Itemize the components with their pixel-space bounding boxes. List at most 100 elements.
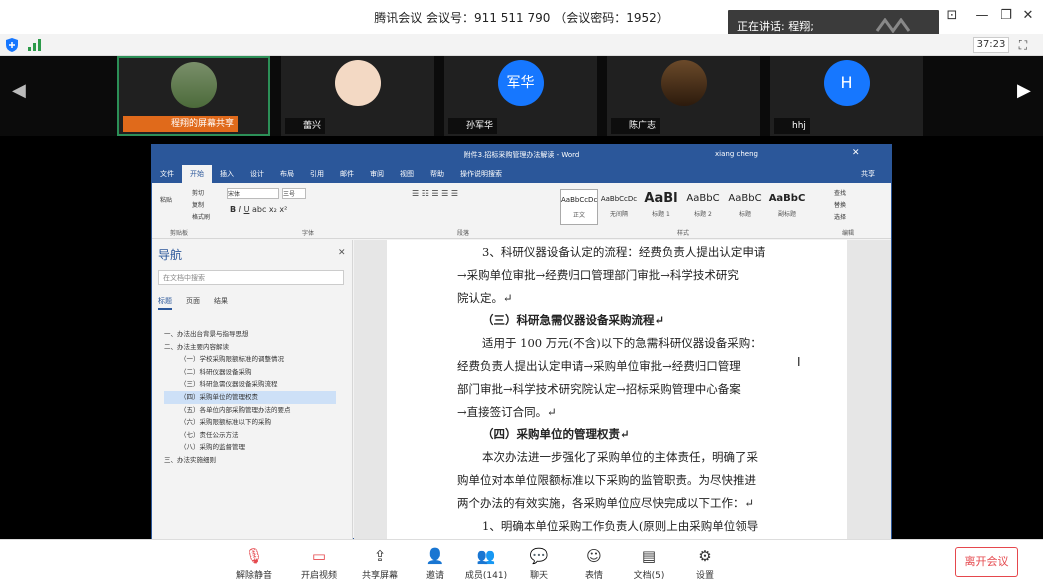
chat-button[interactable]: 💬 聊天	[514, 546, 564, 581]
word-title-bar: 附件3.招标采购管理办法解读 - Word xiang cheng ✕	[152, 145, 891, 165]
minimize-icon[interactable]: —	[970, 6, 994, 26]
members-icon: 👥	[476, 547, 496, 565]
toolbar-label: 设置	[695, 571, 714, 581]
document-line: （三）科研急需仪器设备采购流程↵	[482, 313, 665, 328]
share-button[interactable]: 共享	[853, 165, 883, 179]
strip-prev-icon[interactable]: ◀	[12, 80, 26, 101]
nav-tabs: 标题 页面 结果	[158, 296, 242, 310]
tab-layout[interactable]: 布局	[272, 165, 302, 179]
nav-tab-headings[interactable]: 标题	[158, 296, 172, 310]
nav-heading-item[interactable]: 二、办法主要内容解读	[164, 341, 336, 354]
tab-insert[interactable]: 插入	[212, 165, 242, 179]
close-icon[interactable]: ✕	[1016, 6, 1040, 26]
toolbar-label: 开启视频	[300, 571, 337, 581]
nav-heading-item[interactable]: 一、办法出台背景与指导思想	[164, 328, 336, 341]
style-normal[interactable]: AaBbCcDc 正文	[560, 189, 598, 225]
paragraph-group-label: 段落	[457, 230, 470, 237]
tab-home[interactable]: 开始	[182, 165, 212, 183]
participant-tile[interactable]: H hhj	[770, 56, 923, 136]
style-subtitle[interactable]: AaBbC 副标题	[768, 189, 806, 225]
nav-heading-item[interactable]: （二）科研仪器设备采购	[164, 366, 336, 379]
document-line: 适用于 100 万元(不含)以下的急需科研仪器设备采购：	[482, 336, 762, 351]
document-page[interactable]: 3、科研仪器设备认定的流程：经费负责人提出认定申请 →采购单位审批→经费归口管理部…	[387, 240, 847, 540]
speaking-text: 正在讲话: 程翔;	[737, 20, 814, 33]
nav-tab-results[interactable]: 结果	[214, 296, 228, 306]
meeting-timer: 37:23	[973, 37, 1009, 53]
style-title[interactable]: AaBbC 标题	[726, 189, 764, 225]
participant-name: 蕾兴	[285, 118, 326, 134]
tencent-meeting-logo-icon	[875, 18, 911, 33]
nav-search-input[interactable]: 在文档中搜索	[158, 270, 344, 285]
font-size-select[interactable]: 三号	[282, 188, 306, 199]
nav-heading-item[interactable]: （七）责任公示方法	[164, 429, 336, 442]
participant-tile[interactable]: 陈广志	[607, 56, 760, 136]
toolbar-label: 文档(5)	[633, 571, 665, 581]
emoji-button[interactable]: ☺ 表情	[569, 546, 619, 581]
word-ribbon: 粘贴 剪切 复制 格式刷 剪贴板 宋体 三号 B I U abc x₂ x² 字…	[152, 183, 891, 239]
replace-button[interactable]: 替换	[834, 200, 846, 209]
format-painter-button[interactable]: 格式刷	[192, 212, 210, 221]
nav-heading-item[interactable]: （六）采购限额标准以下的采购	[164, 416, 336, 429]
toolbar-label: 共享屏幕	[361, 571, 398, 581]
word-close-icon[interactable]: ✕	[852, 148, 860, 158]
cut-button[interactable]: 剪切	[192, 188, 204, 197]
signal-icon	[28, 39, 41, 51]
tab-design[interactable]: 设计	[242, 165, 272, 179]
tab-file[interactable]: 文件	[152, 165, 182, 179]
document-button[interactable]: ▤ 文档(5)	[624, 546, 674, 581]
video-off-button[interactable]: ▭ 开启视频	[294, 546, 344, 581]
font-style-buttons[interactable]: B I U abc x₂ x²	[230, 205, 287, 214]
navigation-title: 导航	[158, 248, 183, 262]
tab-help[interactable]: 帮助	[422, 165, 452, 179]
nav-heading-item[interactable]: 三、办法实施细则	[164, 454, 336, 467]
nav-heading-item[interactable]: （五）各单位内部采购管理办法的要点	[164, 404, 336, 417]
participant-tile[interactable]: 程翔的屏幕共享	[117, 56, 270, 136]
paste-button[interactable]: 粘贴	[160, 195, 172, 204]
paragraph-buttons[interactable]: ☰ ☷ ☰ ☰ ☰	[412, 189, 458, 198]
nav-heading-item[interactable]: （三）科研急需仪器设备采购流程	[164, 378, 336, 391]
pin-icon[interactable]: ⊡	[940, 6, 964, 26]
tab-references[interactable]: 引用	[302, 165, 332, 179]
fullscreen-icon[interactable]: ⛶	[1015, 37, 1031, 53]
tab-view[interactable]: 视图	[392, 165, 422, 179]
nav-tab-pages[interactable]: 页面	[186, 296, 200, 306]
word-window[interactable]: 附件3.招标采购管理办法解读 - Word xiang cheng ✕ 文件 开始…	[151, 144, 892, 540]
participant-tile[interactable]: 蕾兴	[281, 56, 434, 136]
select-button[interactable]: 选择	[834, 212, 846, 221]
settings-button[interactable]: ⚙ 设置	[680, 546, 730, 581]
nav-heading-item[interactable]: （八）采购的监督管理	[164, 441, 336, 454]
nav-heading-list: 一、办法出台背景与指导思想 二、办法主要内容解读 （一）学校采购限额标准的调整情况（…	[164, 328, 336, 467]
style-heading-2[interactable]: AaBbC 标题 2	[684, 189, 722, 225]
document-line: 本次办法进一步强化了采购单位的主体责任，明确了采	[482, 450, 758, 465]
maximize-icon[interactable]: ❐	[994, 6, 1018, 26]
clipboard-group-label: 剪贴板	[170, 230, 189, 237]
document-line: （四）采购单位的管理权责↵	[482, 427, 630, 442]
nav-heading-item[interactable]: （一）学校采购限额标准的调整情况	[164, 353, 336, 366]
mic-off-button[interactable]: 🎙 解除静音	[229, 546, 279, 581]
nav-heading-item[interactable]: （四）采购单位的管理权责	[164, 390, 336, 404]
strip-next-icon[interactable]: ▶	[1017, 80, 1031, 101]
tab-mailings[interactable]: 邮件	[332, 165, 362, 179]
word-document-title: 附件3.招标采购管理办法解读 - Word	[463, 151, 580, 159]
style-heading-1[interactable]: AaBl 标题 1	[642, 189, 680, 225]
participant-strip: ◀ 程翔的屏幕共享 蕾兴 军华 孙军华 陈广志 H hhj ▶	[0, 56, 1043, 136]
status-bar: 37:23 ⛶	[0, 34, 1043, 56]
style-no-spacing[interactable]: AaBbCcDc 无间隔	[600, 189, 638, 225]
find-button[interactable]: 查找	[834, 188, 846, 197]
participant-tile[interactable]: 军华 孙军华	[444, 56, 597, 136]
toolbar-label: 表情	[584, 571, 603, 581]
share-screen-icon: ⇪	[373, 547, 387, 565]
invite-button[interactable]: 👤 邀请	[410, 546, 460, 581]
document-line: 1、明确本单位采购工作负责人(原则上由采购单位领导	[482, 518, 759, 533]
tab-tell-me[interactable]: 操作说明搜索	[452, 165, 510, 179]
copy-button[interactable]: 复制	[192, 200, 204, 209]
share-screen-button[interactable]: ⇪ 共享屏幕	[355, 546, 405, 581]
tab-review[interactable]: 审阅	[362, 165, 392, 179]
nav-close-icon[interactable]: ✕	[338, 248, 346, 258]
members-button[interactable]: 👥 成员(141)	[461, 546, 511, 581]
leave-meeting-button[interactable]: 离开会议	[955, 547, 1018, 577]
participant-name: hhj	[774, 118, 810, 134]
security-shield-icon[interactable]	[6, 38, 18, 52]
document-line: 部门审批→科学技术研究院认定→招标采购管理中心备案	[457, 381, 741, 396]
font-name-select[interactable]: 宋体	[227, 188, 279, 199]
